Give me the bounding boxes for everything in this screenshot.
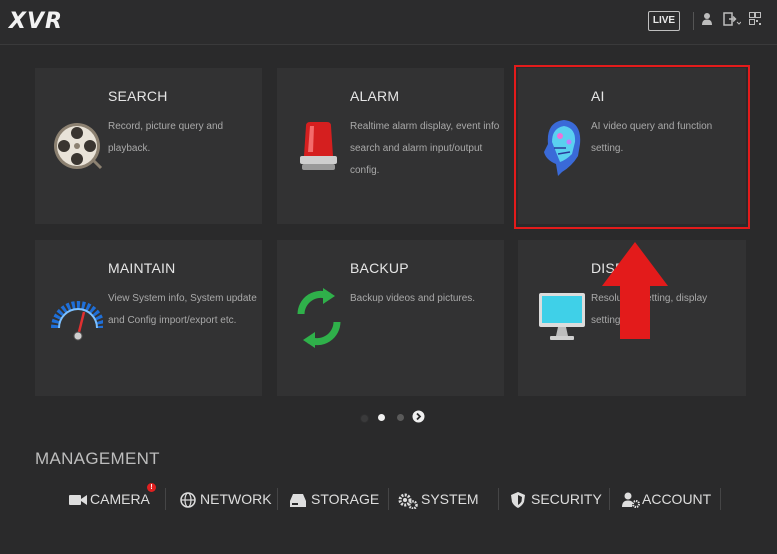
divider xyxy=(720,488,721,510)
gauge-icon xyxy=(51,301,103,341)
logout-icon[interactable] xyxy=(723,12,741,26)
management-item-account[interactable]: ACCOUNT xyxy=(622,490,711,510)
management-item-system[interactable]: SYSTEM xyxy=(398,490,479,510)
shield-icon xyxy=(511,492,525,508)
divider xyxy=(388,488,389,510)
divider xyxy=(609,488,610,510)
tile-alarm[interactable]: ALARM Realtime alarm display, event info… xyxy=(277,68,504,224)
top-bar: XVR LIVE xyxy=(0,0,777,45)
management-item-label: ACCOUNT xyxy=(642,491,712,507)
annotation-highlight-box xyxy=(514,65,750,229)
management-item-label: SECURITY xyxy=(531,491,602,507)
hard-drive-icon xyxy=(290,494,306,507)
logo: XVR xyxy=(9,9,63,34)
divider xyxy=(165,488,166,510)
tile-title: MAINTAIN xyxy=(108,260,176,276)
management-item-label: CAMERA xyxy=(90,491,150,507)
annotation-arrow-icon xyxy=(602,242,668,339)
user-settings-icon xyxy=(622,492,640,508)
camera-icon xyxy=(69,495,87,505)
tile-description: View System info, System update and Conf… xyxy=(108,293,257,326)
tile-backup[interactable]: BACKUP Backup videos and pictures. xyxy=(277,240,504,396)
next-page-icon[interactable] xyxy=(412,410,425,423)
management-item-camera[interactable]: CAMERA xyxy=(69,490,150,510)
tile-search[interactable]: SEARCH Record, picture query and playbac… xyxy=(35,68,262,224)
qr-code-icon[interactable] xyxy=(749,12,761,26)
tile-description: Record, picture query and playback. xyxy=(108,121,224,154)
management-title: MANAGEMENT xyxy=(35,449,160,468)
film-reel-icon xyxy=(54,123,103,170)
management-item-label: SYSTEM xyxy=(421,491,479,507)
globe-icon xyxy=(180,492,196,508)
page-dot[interactable] xyxy=(360,414,369,423)
divider xyxy=(277,488,278,510)
live-button[interactable]: LIVE xyxy=(648,11,680,31)
user-icon[interactable] xyxy=(701,12,713,26)
management-item-security[interactable]: SECURITY xyxy=(511,490,602,510)
alarm-light-icon xyxy=(300,122,337,170)
tile-title: BACKUP xyxy=(350,260,409,276)
tile-title: SEARCH xyxy=(108,88,168,104)
gears-icon xyxy=(398,493,418,509)
management-item-storage[interactable]: STORAGE xyxy=(290,490,379,510)
management-item-network[interactable]: NETWORK xyxy=(180,490,272,510)
tile-description: Realtime alarm display, event info searc… xyxy=(350,121,500,176)
sync-arrows-icon xyxy=(297,288,341,348)
tile-maintain[interactable]: MAINTAIN View System info, System update… xyxy=(35,240,262,396)
tile-description: Backup videos and pictures. xyxy=(350,293,476,304)
divider xyxy=(693,12,694,30)
divider xyxy=(498,488,499,510)
management-item-label: STORAGE xyxy=(311,491,380,507)
page-dot[interactable] xyxy=(397,414,404,421)
camera-alert-badge: ! xyxy=(147,483,156,492)
page-dot-active[interactable] xyxy=(378,414,385,421)
tile-title: ALARM xyxy=(350,88,400,104)
management-item-label: NETWORK xyxy=(200,491,272,507)
monitor-icon xyxy=(539,293,585,340)
